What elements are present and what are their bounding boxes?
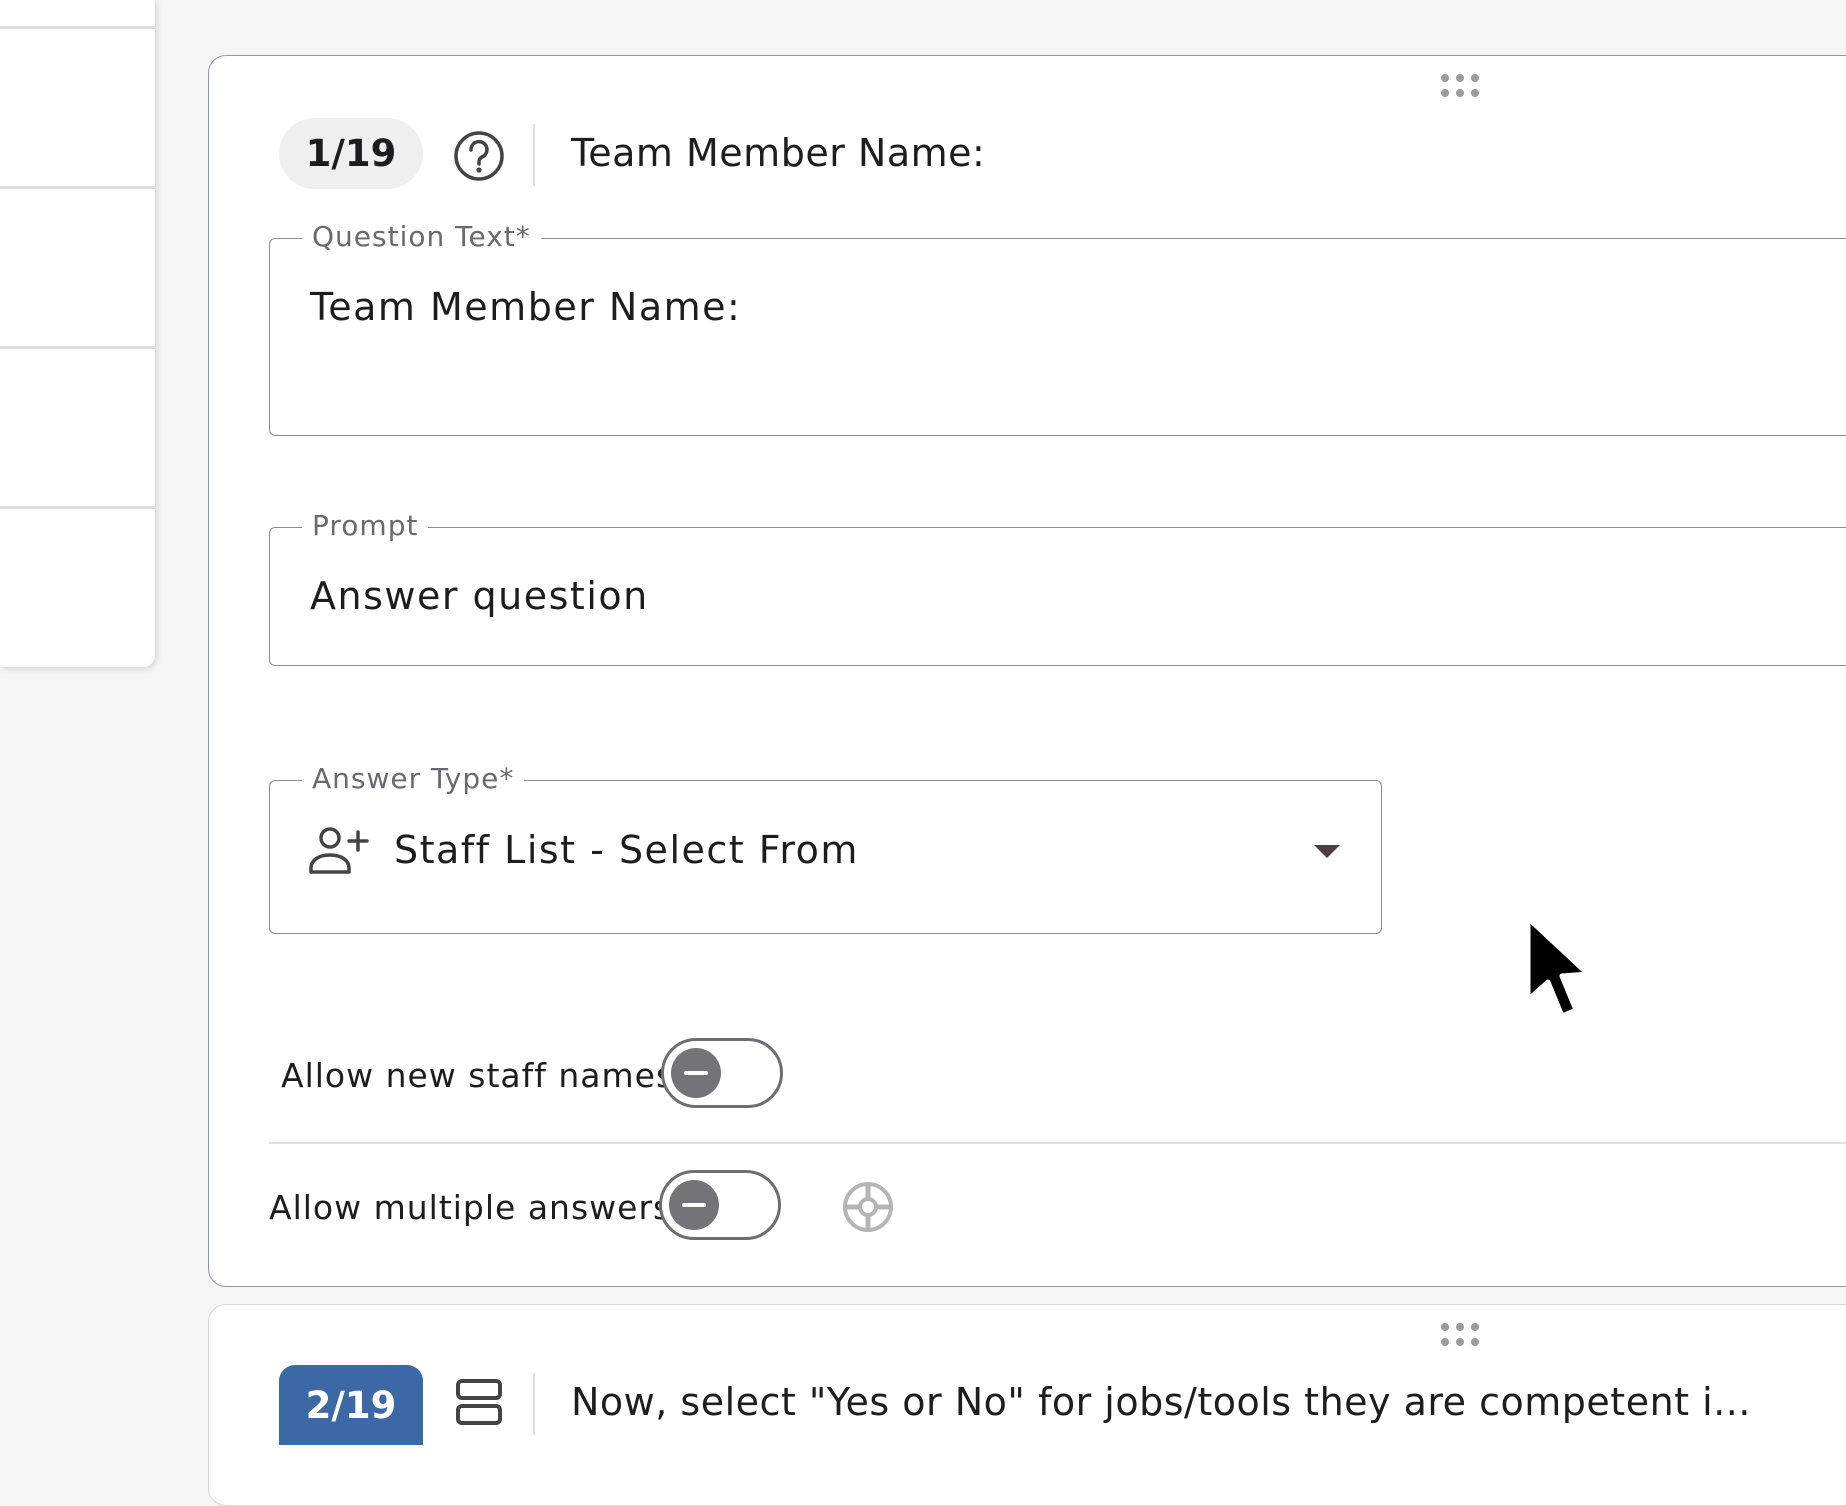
prompt-label: Prompt <box>302 508 429 544</box>
chevron-down-icon[interactable] <box>1314 845 1340 858</box>
question-text-field[interactable]: Question Text* Team Member Name: <box>269 219 1846 436</box>
question-counter-badge: 1/19 <box>279 118 423 189</box>
sidebar-divider <box>0 26 155 29</box>
drag-handle-icon[interactable] <box>1441 1323 1481 1349</box>
sidebar-divider <box>0 506 155 509</box>
allow-new-staff-toggle[interactable] <box>661 1038 783 1108</box>
section-divider <box>269 1142 1846 1144</box>
settings-icon[interactable] <box>841 1180 895 1234</box>
allow-new-staff-label: Allow new staff names <box>281 1056 675 1095</box>
sidebar-divider <box>0 186 155 189</box>
question-title: Now, select "Yes or No" for jobs/tools t… <box>571 1380 1751 1424</box>
allow-multiple-answers-label: Allow multiple answers <box>269 1188 672 1227</box>
question-title: Team Member Name: <box>571 131 986 175</box>
toggle-knob-icon <box>669 1180 719 1230</box>
question-text-label: Question Text* <box>302 219 541 255</box>
prompt-value[interactable]: Answer question <box>310 574 649 618</box>
person-add-icon <box>309 827 369 874</box>
question-text-value[interactable]: Team Member Name: <box>310 285 741 329</box>
stack-icon <box>456 1379 502 1425</box>
toggle-knob-icon <box>671 1048 721 1098</box>
header-separator <box>533 1373 535 1435</box>
allow-multiple-answers-toggle[interactable] <box>659 1170 781 1240</box>
cursor-icon <box>1525 915 1591 1019</box>
help-icon[interactable] <box>452 129 506 183</box>
prompt-field[interactable]: Prompt Answer question <box>269 508 1846 666</box>
question-card-1: 1/19 Team Member Name: Question Text* Te… <box>208 55 1846 1287</box>
answer-type-value: Staff List - Select From <box>394 828 859 872</box>
answer-type-select[interactable]: Answer Type* Staff List - Select From <box>269 761 1382 934</box>
question-counter-badge: 2/19 <box>279 1365 423 1445</box>
question-card-2: 2/19 Now, select "Yes or No" for jobs/to… <box>208 1304 1846 1506</box>
drag-handle-icon[interactable] <box>1441 74 1481 100</box>
sidebar-divider <box>0 346 155 349</box>
left-sidebar-panel <box>0 0 155 667</box>
answer-type-label: Answer Type* <box>302 761 525 797</box>
header-separator <box>533 124 535 186</box>
